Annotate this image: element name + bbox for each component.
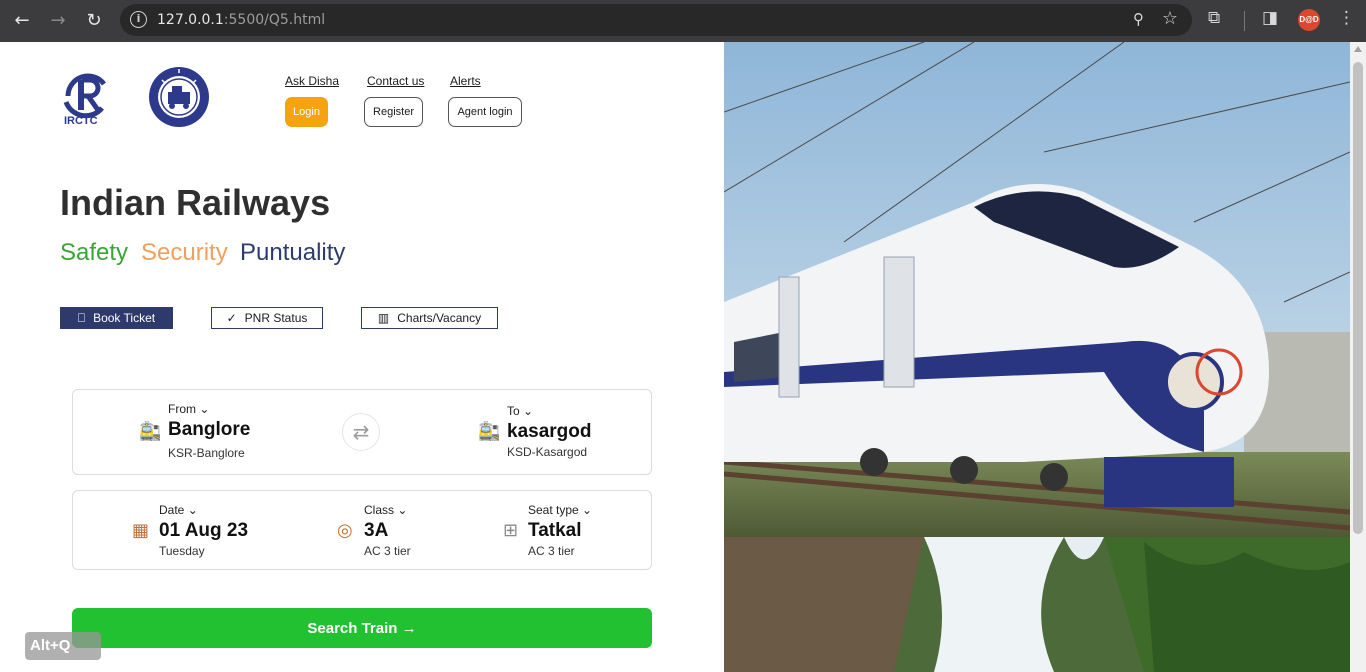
to-label[interactable]: To ⌄ — [507, 404, 533, 418]
train-station-icon: 🚉 — [139, 421, 162, 442]
chart-icon: ▥ — [377, 311, 390, 325]
date-label[interactable]: Date ⌄ — [159, 503, 198, 517]
shortcut-hint: Alt+Q — [25, 632, 101, 660]
agent-login-button[interactable]: Agent login — [448, 97, 522, 127]
tab-charts-vacancy[interactable]: ▥ Charts/Vacancy — [361, 307, 498, 329]
register-button[interactable]: Register — [364, 97, 423, 127]
tab-pnr-status[interactable]: ✓ PNR Status — [211, 307, 323, 329]
tagline-security: Security — [141, 239, 228, 266]
irctc-logo[interactable]: IRCTC — [58, 66, 114, 128]
indian-railways-logo — [148, 66, 210, 128]
page-scrollbar[interactable] — [1350, 42, 1366, 672]
tagline-punctuality: Puntuality — [240, 239, 346, 266]
seat-type-description: AC 3 tier — [528, 544, 575, 558]
ask-disha-link[interactable]: Ask Disha — [285, 74, 339, 88]
to-station-value[interactable]: kasargod — [507, 421, 591, 443]
check-icon: ✓ — [226, 311, 237, 325]
date-value[interactable]: 01 Aug 23 — [159, 520, 248, 542]
train-station-icon: 🚉 — [478, 421, 501, 442]
swap-stations-icon[interactable]: ⇄ — [342, 413, 380, 451]
menu-kebab-icon[interactable]: ⋮ — [1338, 8, 1355, 28]
date-weekday: Tuesday — [159, 544, 205, 558]
site-info-icon[interactable]: i — [130, 11, 147, 28]
zoom-icon[interactable]: ⚲ — [1133, 10, 1144, 28]
hero-image — [724, 42, 1350, 672]
to-station-code: KSD-Kasargod — [507, 445, 588, 459]
url-text[interactable]: 127.0.0.1:5500/Q5.html — [157, 12, 325, 28]
seat-type-label[interactable]: Seat type ⌄ — [528, 503, 592, 517]
from-station-value[interactable]: Banglore — [168, 419, 250, 441]
seat-class-icon: ◎ — [337, 520, 353, 541]
from-label[interactable]: From ⌄ — [168, 402, 209, 416]
scrollbar-thumb[interactable] — [1353, 62, 1363, 534]
bookmark-star-icon[interactable]: ☆ — [1162, 8, 1178, 29]
extensions-icon[interactable]: ⧉ — [1208, 8, 1220, 28]
scroll-up-icon[interactable] — [1354, 46, 1362, 52]
login-button[interactable]: Login — [285, 97, 328, 127]
class-label[interactable]: Class ⌄ — [364, 503, 407, 517]
class-value[interactable]: 3A — [364, 520, 388, 542]
alerts-link[interactable]: Alerts — [450, 74, 481, 88]
svg-text:IRCTC: IRCTC — [64, 115, 98, 127]
from-station-code: KSR-Banglore — [168, 446, 245, 460]
side-panel-icon[interactable]: ◨ — [1262, 8, 1278, 28]
profile-avatar[interactable]: D@D — [1298, 9, 1320, 31]
calendar-icon: ▦ — [132, 520, 150, 541]
reload-icon[interactable]: ↻ — [80, 7, 108, 35]
toolbar-separator — [1244, 11, 1245, 31]
ticket-icon: ⎕ — [77, 310, 86, 325]
tab-book-ticket[interactable]: ⎕ Book Ticket — [60, 307, 173, 329]
page-title: Indian Railways — [60, 182, 331, 223]
back-icon[interactable]: ← — [8, 7, 36, 35]
address-bar[interactable]: i 127.0.0.1:5500/Q5.html ⚲ ☆ — [120, 4, 1192, 36]
tagline-safety: Safety — [60, 239, 129, 266]
contact-us-link[interactable]: Contact us — [367, 74, 424, 88]
grid-icon: ⊞ — [503, 520, 519, 541]
seat-type-value[interactable]: Tatkal — [528, 520, 582, 542]
forward-icon[interactable]: → — [44, 7, 72, 35]
class-description: AC 3 tier — [364, 544, 411, 558]
search-train-button[interactable]: Search Train → — [72, 608, 652, 648]
browser-toolbar: ← → ↻ i 127.0.0.1:5500/Q5.html ⚲ ☆ ⧉ ◨ D… — [0, 0, 1366, 42]
